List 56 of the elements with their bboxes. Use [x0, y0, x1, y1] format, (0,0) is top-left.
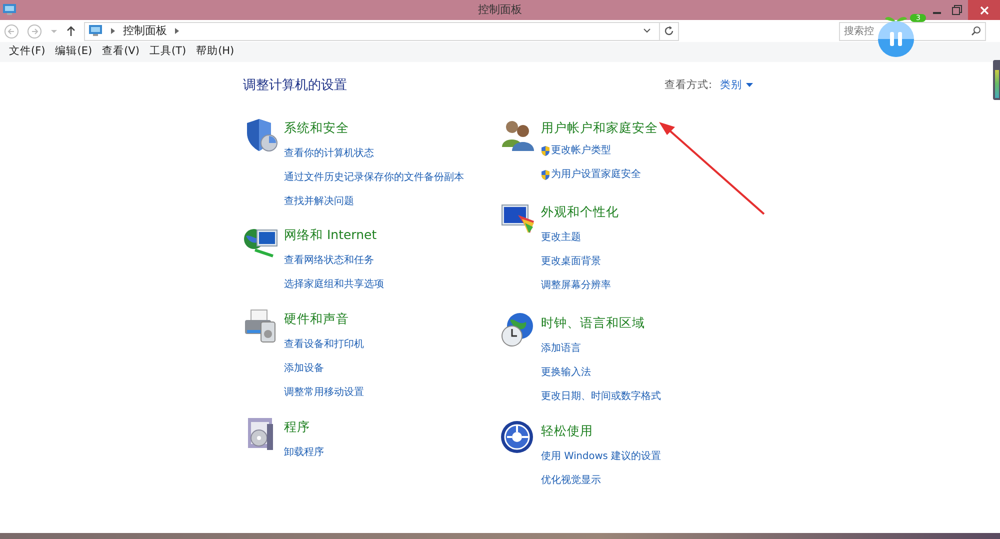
menu-item[interactable]: 文件(F)	[4, 44, 50, 60]
category-link[interactable]: 硬件和声音	[284, 310, 349, 326]
menu-item[interactable]: 帮助(H)	[191, 44, 240, 60]
page-heading: 调整计算机的设置	[243, 77, 347, 95]
refresh-icon	[664, 26, 674, 36]
task-link[interactable]: 更换输入法	[541, 366, 591, 380]
task-link[interactable]: 更改帐户类型	[541, 144, 611, 158]
category-link[interactable]: 轻松使用	[541, 422, 593, 438]
task-link[interactable]: 添加设备	[284, 362, 324, 376]
task-link[interactable]: 查找并解决问题	[284, 194, 354, 208]
task-link[interactable]: 查看你的计算机状态	[284, 146, 374, 160]
globe-clock-icon[interactable]	[500, 312, 536, 348]
menu-item[interactable]: 查看(V)	[97, 44, 144, 60]
chevron-icon	[175, 28, 179, 34]
task-link[interactable]: 通过文件历史记录保存你的文件备份副本	[284, 170, 464, 184]
task-link[interactable]: 卸载程序	[284, 446, 324, 460]
category-link[interactable]: 程序	[284, 418, 310, 434]
task-link[interactable]: 查看网络状态和任务	[284, 254, 374, 268]
app-icon	[3, 4, 16, 15]
close-icon	[980, 6, 988, 14]
category-link[interactable]: 系统和安全	[284, 120, 349, 134]
search-placeholder: 搜索控	[844, 24, 874, 38]
task-link[interactable]: 添加语言	[541, 342, 581, 356]
shield-icon	[541, 146, 550, 156]
category-link[interactable]: 网络和 Internet	[284, 226, 377, 242]
task-link[interactable]: 更改日期、时间或数字格式	[541, 390, 661, 404]
task-link[interactable]: 使用 Windows 建议的设置	[541, 450, 661, 464]
task-link[interactable]: 更改桌面背景	[541, 254, 601, 268]
meter-widget-drawing	[993, 60, 1000, 100]
category-link[interactable]: 时钟、语言和区域	[541, 314, 645, 330]
task-link[interactable]: 查看设备和打印机	[284, 338, 364, 352]
task-link[interactable]: 为用户设置家庭安全	[541, 168, 641, 182]
task-link[interactable]: 优化视觉显示	[541, 474, 601, 488]
caret-icon	[746, 83, 753, 88]
address-field[interactable]: 控制面板	[84, 22, 660, 40]
window-title: 控制面板	[478, 2, 522, 18]
accessibility-icon[interactable]	[500, 420, 536, 456]
refresh-button[interactable]	[659, 22, 679, 40]
task-link[interactable]: 更改主题	[541, 230, 581, 244]
task-link[interactable]: 调整屏幕分辨率	[541, 278, 611, 292]
search-icon[interactable]	[971, 26, 981, 36]
view-by-dropdown[interactable]: 类别	[720, 78, 753, 94]
breadcrumb-item[interactable]: 控制面板	[123, 22, 167, 40]
control-panel-icon	[89, 25, 103, 37]
task-link[interactable]: 调整常用移动设置	[284, 386, 364, 400]
menu-item[interactable]: 编辑(E)	[50, 44, 98, 60]
up-icon[interactable]	[66, 25, 76, 37]
task-link[interactable]: 选择家庭组和共享选项	[284, 278, 384, 292]
dropdown-icon[interactable]	[643, 28, 651, 34]
shield-icon	[541, 170, 550, 180]
menu-item[interactable]: 工具(T)	[144, 44, 192, 60]
category-link[interactable]: 外观和个性化	[541, 204, 619, 218]
category-link[interactable]: 用户帐户和家庭安全	[541, 120, 658, 134]
chevron-icon	[111, 28, 115, 34]
close-button[interactable]	[968, 0, 1000, 20]
view-by-label: 查看方式:	[664, 78, 712, 93]
